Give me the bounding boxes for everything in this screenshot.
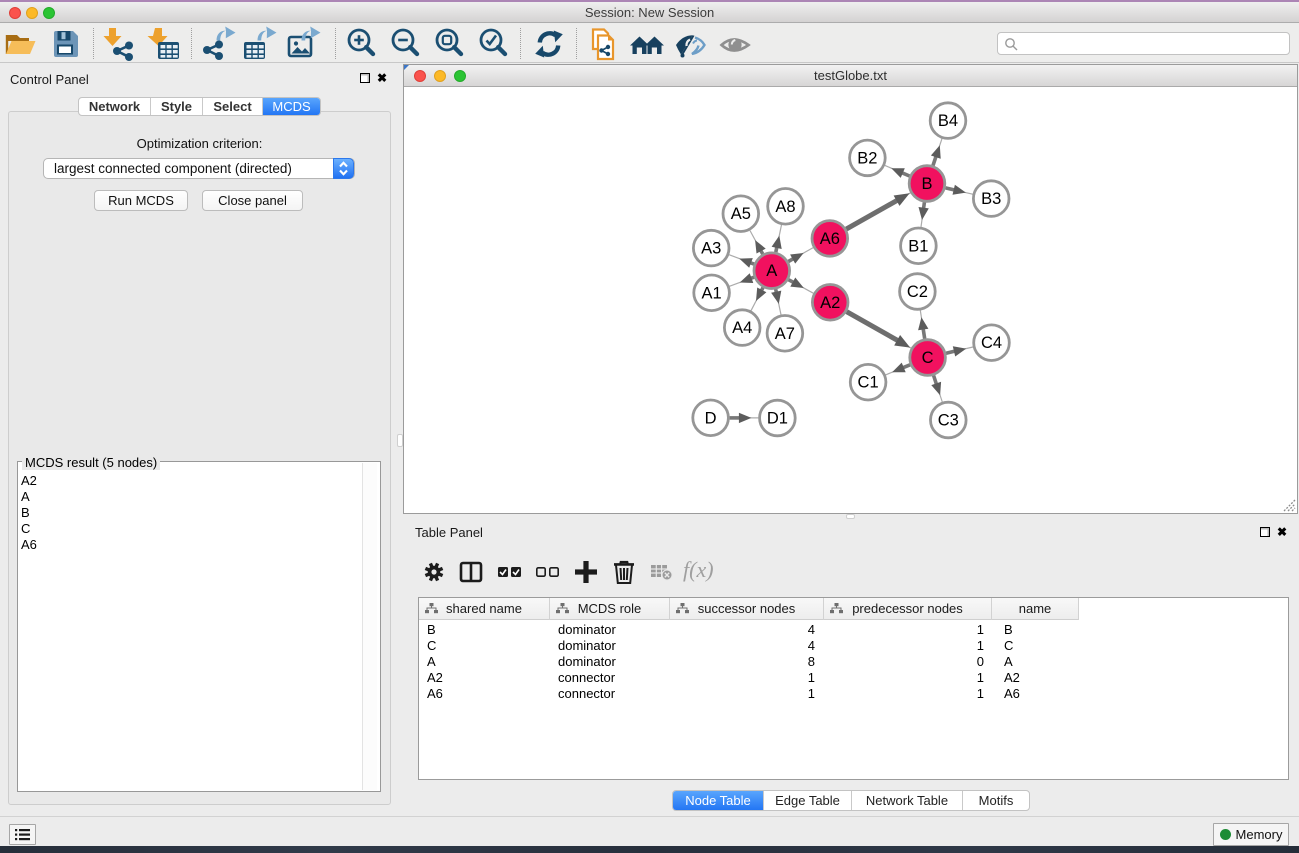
svg-text:B: B bbox=[921, 175, 932, 193]
svg-text:D1: D1 bbox=[767, 410, 788, 428]
svg-text:B2: B2 bbox=[857, 149, 877, 167]
svg-text:C: C bbox=[922, 349, 934, 367]
svg-text:A: A bbox=[766, 262, 777, 280]
svg-text:A5: A5 bbox=[731, 205, 751, 223]
svg-text:C2: C2 bbox=[907, 283, 928, 301]
svg-text:A4: A4 bbox=[732, 319, 752, 337]
svg-text:B4: B4 bbox=[938, 112, 958, 130]
svg-text:D: D bbox=[705, 409, 717, 427]
svg-text:A1: A1 bbox=[702, 284, 722, 302]
svg-text:C4: C4 bbox=[981, 334, 1002, 352]
svg-text:A7: A7 bbox=[775, 325, 795, 343]
svg-text:A2: A2 bbox=[820, 294, 840, 312]
svg-text:A8: A8 bbox=[775, 198, 795, 216]
svg-text:C1: C1 bbox=[858, 374, 879, 392]
svg-text:C3: C3 bbox=[938, 412, 959, 430]
svg-text:B3: B3 bbox=[981, 190, 1001, 208]
svg-text:B1: B1 bbox=[908, 237, 928, 255]
svg-text:A3: A3 bbox=[701, 240, 721, 258]
svg-text:A6: A6 bbox=[820, 230, 840, 248]
